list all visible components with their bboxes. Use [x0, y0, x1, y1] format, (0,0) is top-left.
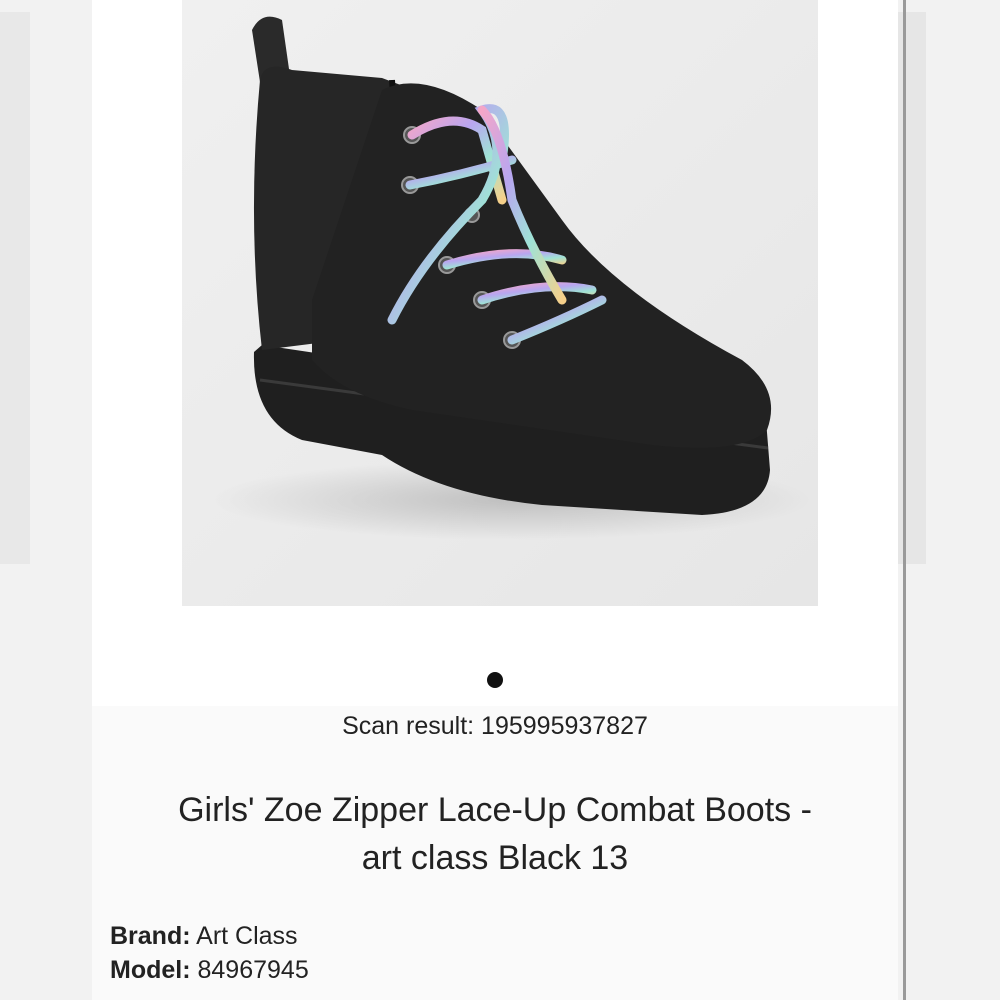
product-title-line-2: art class Black 13: [361, 839, 629, 877]
previous-image-peek[interactable]: [0, 12, 30, 564]
model-row: Model: 84967945: [110, 956, 309, 985]
scan-result-label: Scan result:: [342, 712, 475, 740]
model-value: 84967945: [197, 956, 309, 984]
boot-illustration: [182, 0, 818, 606]
next-panel-peek: [896, 0, 1000, 1000]
scan-result-value: 195995937827: [481, 712, 648, 740]
image-carousel[interactable]: [92, 0, 898, 706]
brand-value: Art Class: [196, 922, 298, 950]
previous-panel-peek: [0, 0, 92, 1000]
scrollbar-edge: [903, 0, 906, 1000]
scan-result: Scan result: 195995937827: [92, 712, 898, 741]
carousel-indicator: [92, 672, 898, 688]
brand-row: Brand: Art Class: [110, 922, 298, 951]
product-title: Girls' Zoe Zipper Lace-Up Combat Boots -…: [132, 786, 858, 882]
product-info: Scan result: 195995937827 Girls' Zoe Zip…: [92, 706, 898, 1000]
next-image-peek[interactable]: [896, 12, 926, 564]
product-title-line-1: Girls' Zoe Zipper Lace-Up Combat Boots -: [178, 791, 812, 829]
model-label: Model:: [110, 956, 191, 984]
brand-label: Brand:: [110, 922, 191, 950]
page: Scan result: 195995937827 Girls' Zoe Zip…: [0, 0, 1000, 1000]
carousel-dot-active[interactable]: [487, 672, 503, 688]
product-image[interactable]: [182, 0, 818, 606]
product-card: Scan result: 195995937827 Girls' Zoe Zip…: [92, 0, 898, 1000]
